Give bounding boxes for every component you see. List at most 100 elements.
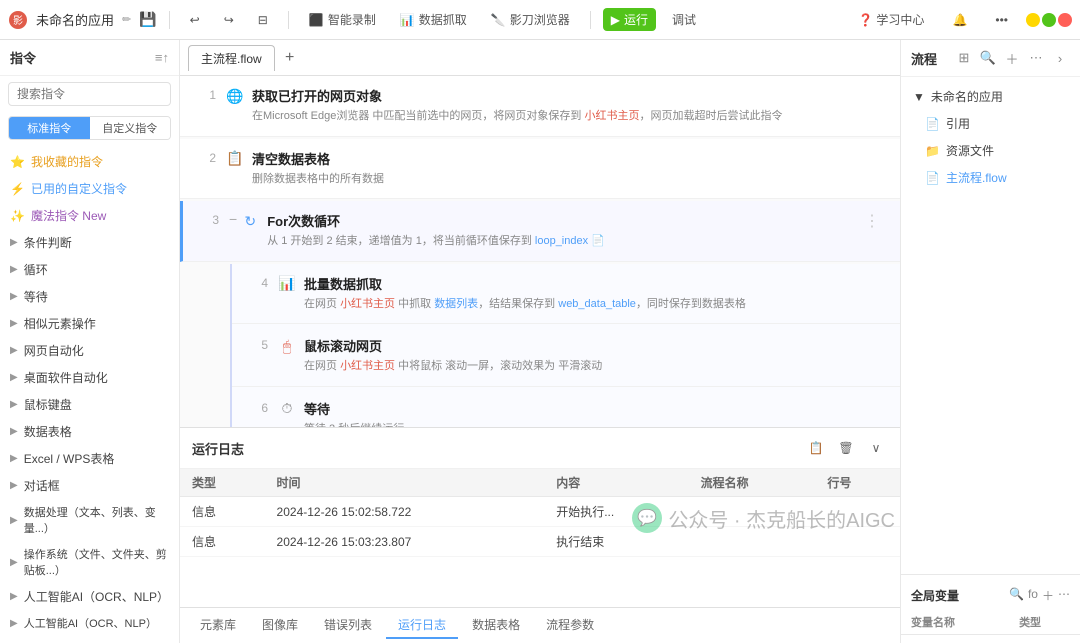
help-center-button[interactable]: ❓ 学习中心	[848, 8, 934, 31]
flow-search-icon[interactable]: 🔍	[978, 48, 998, 68]
right-sidebar: 流程 ⊞ 🔍 ＋ ⋯ › ▼ 未命名的应用 📄 引用 📁 资源文件	[900, 40, 1080, 643]
record-button[interactable]: ⬛ 智能录制	[301, 8, 384, 31]
browser-button[interactable]: 🔪 影刀浏览器	[483, 8, 578, 31]
close-button[interactable]	[1058, 13, 1072, 27]
maximize-button[interactable]	[1042, 13, 1056, 27]
sidebar-item-web[interactable]: ▶ 网页自动化	[0, 337, 179, 364]
arrow-icon: ▶	[10, 399, 18, 410]
step-icon: 📊	[278, 275, 296, 293]
tree-item-main-flow[interactable]: 📄 主流程.flow	[901, 164, 1080, 191]
sidebar-item-flow-app[interactable]: ▶ 人工智能AI（OCR、NLP）	[0, 583, 179, 610]
more-button[interactable]: •••	[985, 10, 1018, 30]
notification-button[interactable]: 🔔	[942, 10, 977, 30]
flow-grid-icon[interactable]: ⊞	[954, 48, 974, 68]
center-area: 主流程.flow + 1 🌐 获取已打开的网页对象 在Microsoft Edg…	[180, 40, 900, 643]
tab-standard[interactable]: 标准指令	[9, 117, 90, 139]
global-vars-table: 变量名称 类型	[901, 610, 1080, 635]
redo-button[interactable]: ↪	[216, 10, 242, 30]
link: 小红书主页	[340, 298, 395, 310]
collapse-icon[interactable]: −	[229, 211, 237, 227]
step-desc: 删除数据表格中的所有数据	[252, 171, 884, 189]
sidebar-item-loop[interactable]: ▶ 循环	[0, 256, 179, 283]
search-input[interactable]	[8, 82, 171, 106]
more-icon[interactable]: ⋮	[860, 211, 884, 231]
sort-icon[interactable]: ≡↑	[155, 50, 169, 65]
sidebar-item-dialog[interactable]: ▶ 对话框	[0, 472, 179, 499]
separator	[169, 11, 170, 29]
global-vars-more-icon[interactable]: ⋯	[1058, 587, 1070, 604]
sidebar-title: 指令	[10, 48, 149, 67]
tree-item-ref[interactable]: 📄 引用	[901, 110, 1080, 137]
right-sidebar-header: 流程 ⊞ 🔍 ＋ ⋯ ›	[901, 40, 1080, 77]
run-log: 运行日志 📋 🗑 ∨ 类型 时间 内容 流程名称 行号	[180, 427, 900, 607]
flow-tabs: 主流程.flow +	[180, 40, 900, 76]
debug-button[interactable]: 调试	[664, 8, 704, 31]
main-layout: 指令 ≡↑ 标准指令 自定义指令 ⭐ 我收藏的指令 ⚡ 已用的自定义指令 ✨ 魔…	[0, 40, 1080, 643]
log-type: 信息	[180, 497, 265, 527]
sidebar-item-ai[interactable]: ▶ 人工智能AI（OCR、NLP）	[0, 610, 179, 636]
flow-step-5: 5 🖱 鼠标滚动网页 在网页 小红书主页 中将鼠标 滚动一屏，滚动效果为 平滑滚…	[232, 326, 900, 387]
sep3	[590, 11, 591, 29]
sep2	[288, 11, 289, 29]
sidebar-item-favorites[interactable]: ⭐ 我收藏的指令	[0, 148, 179, 175]
tab-custom[interactable]: 自定义指令	[90, 117, 171, 139]
edit-icon[interactable]: ✏	[122, 13, 131, 26]
run-icon: ▶	[611, 13, 620, 27]
arrow-icon: ▶	[10, 318, 18, 329]
tab-flow-params[interactable]: 流程参数	[534, 612, 606, 639]
global-vars-add-icon[interactable]: ＋	[1042, 587, 1054, 604]
step-desc: 在网页 小红书主页 中将鼠标 滚动一屏，滚动效果为 平滑滚动	[304, 358, 884, 376]
step-title: 鼠标滚动网页	[304, 336, 884, 355]
global-vars-search-icon[interactable]: 🔍	[1009, 587, 1024, 604]
tab-datatable[interactable]: 数据表格	[460, 612, 532, 639]
run-log-table: 类型 时间 内容 流程名称 行号 信息 2024-12-26 15:02:58.…	[180, 469, 900, 607]
run-log-title: 运行日志	[192, 439, 796, 458]
flow-add-icon[interactable]: ＋	[1002, 48, 1022, 68]
tab-elements[interactable]: 元素库	[188, 612, 248, 639]
flow-tree: ▼ 未命名的应用 📄 引用 📁 资源文件 📄 主流程.flow	[901, 77, 1080, 197]
add-tab-button[interactable]: +	[279, 47, 301, 69]
sidebar-item-data-processing[interactable]: ▶ 数据处理（文本、列表、变量...）	[0, 499, 179, 541]
sidebar-item-wait[interactable]: ▶ 等待	[0, 283, 179, 310]
step-title: 等待	[304, 399, 884, 418]
global-vars-func-icon[interactable]: fo	[1028, 587, 1038, 604]
sidebar-item-desktop[interactable]: ▶ 桌面软件自动化	[0, 364, 179, 391]
loop-body: 4 📊 批量数据抓取 在网页 小红书主页 中抓取 数据列表，结结果保存到 web…	[230, 264, 900, 427]
log-time: 2024-12-26 15:03:23.807	[265, 527, 545, 557]
undo-button[interactable]: ↩	[182, 10, 208, 30]
minimize-button[interactable]	[1026, 13, 1040, 27]
help-icon: ❓	[858, 13, 873, 27]
command-tabs: 标准指令 自定义指令	[8, 116, 171, 140]
run-button[interactable]: ▶ 运行	[603, 8, 656, 31]
step-title: For次数循环	[267, 211, 860, 230]
flow-tab-main[interactable]: 主流程.flow	[188, 45, 275, 71]
left-sidebar: 指令 ≡↑ 标准指令 自定义指令 ⭐ 我收藏的指令 ⚡ 已用的自定义指令 ✨ 魔…	[0, 40, 180, 643]
sidebar-item-network[interactable]: ▶ 网络（插件、HTTP、FTP、普通网...）	[0, 636, 179, 643]
sidebar-item-datatable[interactable]: ▶ 数据表格	[0, 418, 179, 445]
data-capture-button[interactable]: 📊 数据抓取	[392, 8, 475, 31]
flow-collapse-icon[interactable]: ›	[1050, 48, 1070, 68]
save-icon[interactable]: 💾	[139, 11, 156, 28]
sidebar-item-magic[interactable]: ✨ 魔法指令 New	[0, 202, 179, 229]
sidebar-item-os[interactable]: ▶ 操作系统（文件、文件夹、剪贴板...）	[0, 541, 179, 583]
tree-item-resources[interactable]: 📁 资源文件	[901, 137, 1080, 164]
copy-log-button[interactable]: 📋	[804, 436, 828, 460]
step-content: 清空数据表格 删除数据表格中的所有数据	[252, 149, 884, 189]
tab-errors[interactable]: 错误列表	[312, 612, 384, 639]
flow-more-icon[interactable]: ⋯	[1026, 48, 1046, 68]
tab-run-log[interactable]: 运行日志	[386, 612, 458, 639]
tree-item-app[interactable]: ▼ 未命名的应用	[901, 83, 1080, 110]
sidebar-item-condition[interactable]: ▶ 条件判断	[0, 229, 179, 256]
clear-log-button[interactable]: 🗑	[834, 436, 858, 460]
sidebar-item-excel[interactable]: ▶ Excel / WPS表格	[0, 445, 179, 472]
tab-images[interactable]: 图像库	[250, 612, 310, 639]
link2: 数据列表	[434, 298, 478, 310]
sidebar-item-similar-element[interactable]: ▶ 相似元素操作	[0, 310, 179, 337]
sidebar-item-mouse-keyboard[interactable]: ▶ 鼠标键盘	[0, 391, 179, 418]
record-icon: ⬛	[309, 13, 324, 27]
collapse-log-button[interactable]: ∨	[864, 436, 888, 460]
arrow-icon: ▶	[10, 237, 18, 248]
sidebar-item-custom-used[interactable]: ⚡ 已用的自定义指令	[0, 175, 179, 202]
grid-button[interactable]: ⊟	[250, 10, 276, 30]
log-line	[815, 527, 900, 557]
